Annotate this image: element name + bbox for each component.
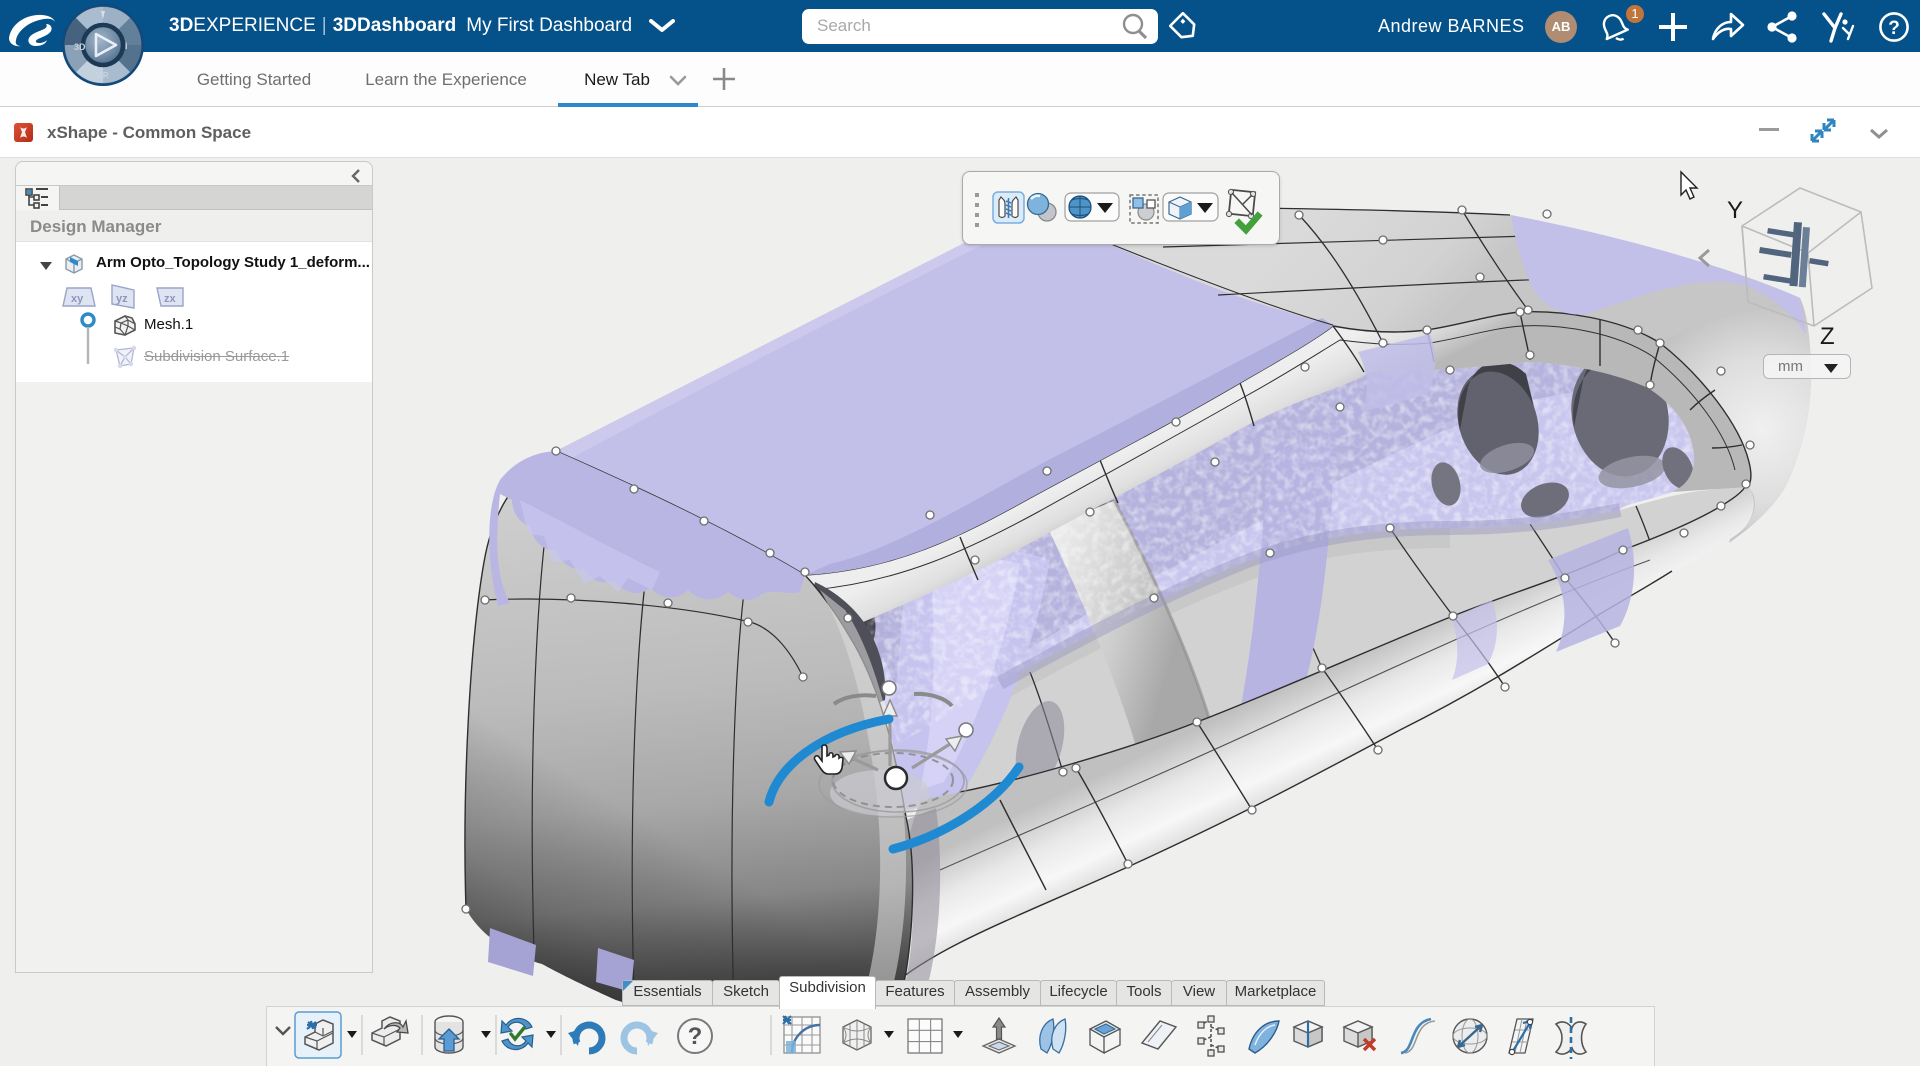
svg-text:Z: Z [1820, 323, 1835, 350]
svg-text:?: ? [688, 1023, 703, 1050]
svg-text:Y: Y [1727, 197, 1743, 224]
svg-text:V.R: V.R [96, 71, 109, 80]
svg-text:?: ? [1888, 18, 1900, 39]
svg-text:yz: yz [116, 293, 128, 305]
svg-text:xy: xy [71, 293, 84, 305]
svg-text:3D: 3D [74, 42, 86, 52]
svg-text:zx: zx [164, 293, 177, 305]
svg-text:i: i [125, 41, 128, 51]
